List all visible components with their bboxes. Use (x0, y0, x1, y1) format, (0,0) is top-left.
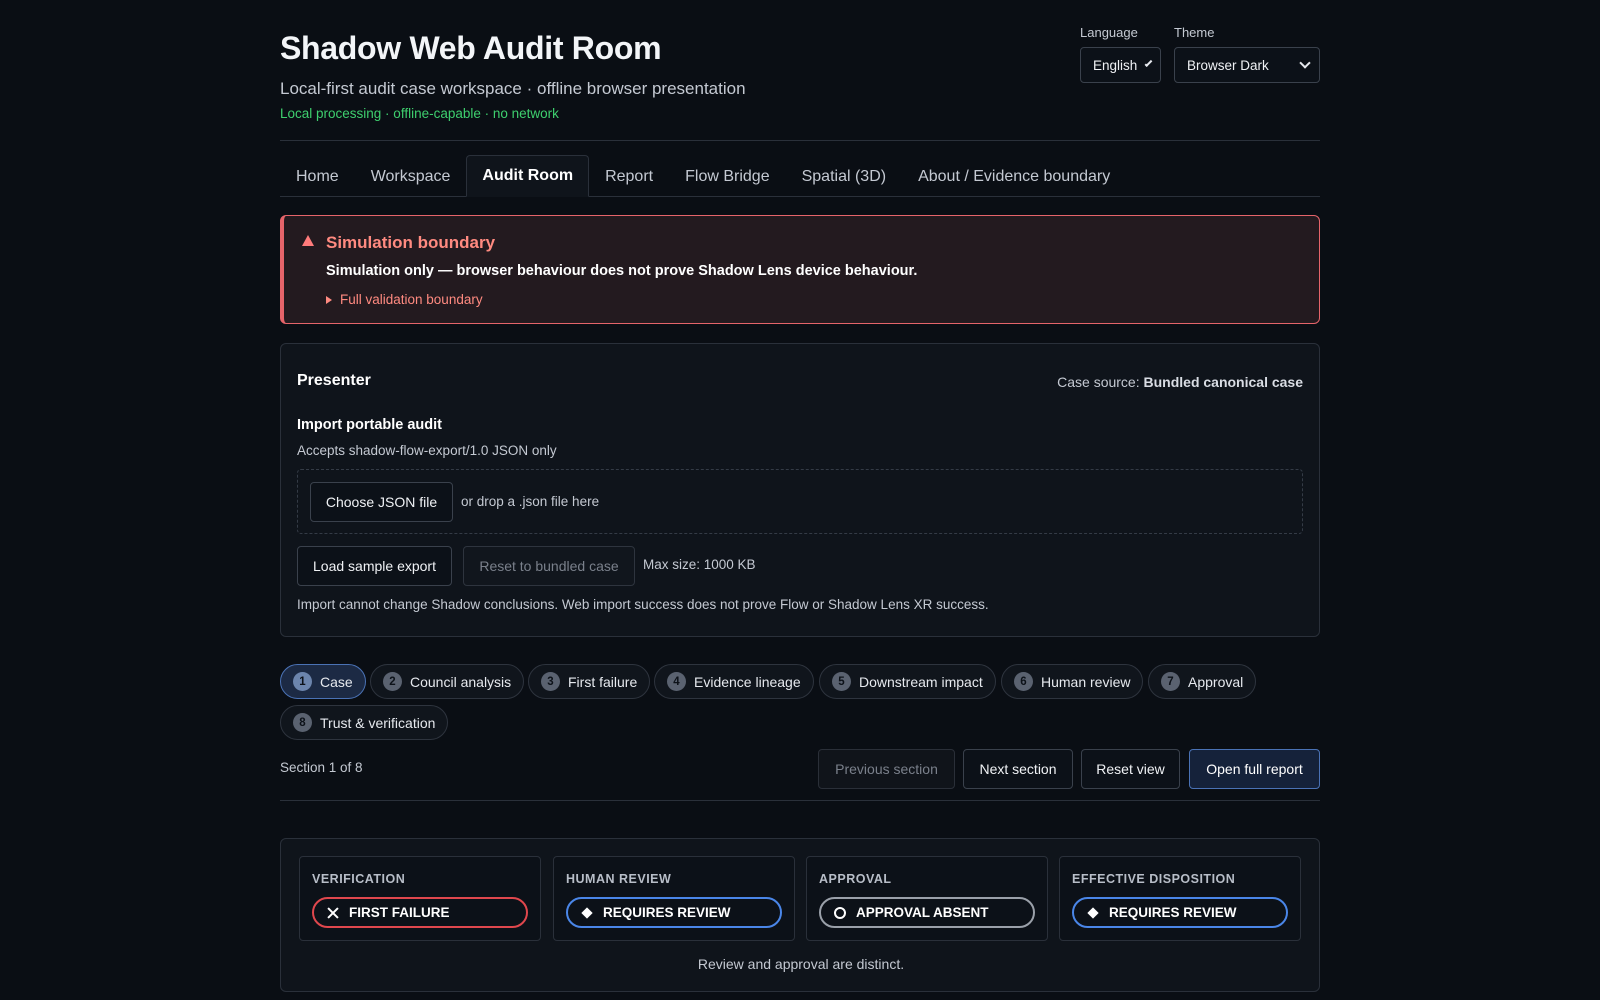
import-accepts: Accepts shadow-flow-export/1.0 JSON only (297, 443, 557, 458)
chip-number: 4 (667, 672, 686, 691)
language-value: English (1093, 57, 1138, 73)
import-title: Import portable audit (297, 417, 442, 433)
card-label: VERIFICATION (312, 872, 406, 886)
import-note: Import cannot change Shadow conclusions.… (297, 597, 989, 612)
section-chip-downstream-impact[interactable]: 5 Downstream impact (819, 664, 996, 699)
boundary-text: Simulation only — browser behaviour does… (326, 263, 918, 279)
tab-about[interactable]: About / Evidence boundary (902, 155, 1126, 197)
badge-text: APPROVAL ABSENT (856, 905, 989, 920)
reset-to-bundled-case-button[interactable]: Reset to bundled case (463, 546, 635, 586)
max-size: Max size: 1000 KB (643, 557, 756, 572)
section-chip-first-failure[interactable]: 3 First failure (528, 664, 651, 699)
chip-number: 2 (383, 672, 402, 691)
reset-view-button[interactable]: Reset view (1081, 749, 1180, 789)
status-panel: VERIFICATION FIRST FAILURE HUMAN REVIEW … (280, 838, 1320, 992)
badge-text: REQUIRES REVIEW (1109, 905, 1237, 920)
next-section-button[interactable]: Next section (963, 749, 1073, 789)
presenter-title: Presenter (297, 372, 371, 389)
chip-label: First failure (568, 673, 638, 690)
tab-spatial-3d[interactable]: Spatial (3D) (786, 155, 902, 197)
warning-icon (302, 235, 314, 246)
section-chip-case[interactable]: 1 Case (280, 664, 366, 699)
case-source-value: Bundled canonical case (1143, 374, 1304, 390)
badge-text: REQUIRES REVIEW (603, 905, 731, 920)
theme-label: Theme (1174, 25, 1215, 40)
presenter-panel: Presenter Case source: Bundled canonical… (280, 343, 1320, 637)
chip-number: 5 (832, 672, 851, 691)
case-source: Case source: Bundled canonical case (1057, 374, 1303, 390)
diamond-icon (1087, 907, 1099, 919)
tab-flow-bridge[interactable]: Flow Bridge (669, 155, 785, 197)
json-dropzone[interactable]: Choose JSON file or drop a .json file he… (297, 469, 1303, 534)
full-validation-boundary-toggle[interactable]: Full validation boundary (326, 292, 483, 307)
chip-label: Case (320, 673, 353, 690)
main-tabs: Home Workspace Audit Room Report Flow Br… (280, 141, 1320, 197)
theme-control: Theme Browser Dark (1174, 25, 1320, 83)
disclosure-triangle-icon (326, 295, 332, 304)
chip-label: Downstream impact (859, 673, 983, 690)
tab-audit-room[interactable]: Audit Room (466, 155, 590, 197)
section-chip-human-review[interactable]: 6 Human review (1001, 664, 1144, 699)
circle-icon (834, 906, 846, 919)
human-review-card: HUMAN REVIEW REQUIRES REVIEW (553, 856, 795, 941)
chip-label: Trust & verification (320, 714, 436, 731)
boundary-link-label: Full validation boundary (340, 292, 483, 307)
section-chip-trust-verification[interactable]: 8 Trust & verification (280, 705, 449, 740)
theme-select[interactable]: Browser Dark (1174, 47, 1320, 83)
chevron-down-icon (1299, 56, 1311, 69)
card-label: HUMAN REVIEW (566, 872, 672, 886)
card-label: EFFECTIVE DISPOSITION (1072, 872, 1236, 886)
previous-section-button[interactable]: Previous section (818, 749, 955, 789)
section-count: Section 1 of 8 (280, 760, 363, 775)
app-header: Shadow Web Audit Room Local-first audit … (280, 0, 1320, 141)
drop-hint: or drop a .json file here (461, 494, 600, 509)
network-status: Local processing · offline-capable · no … (280, 106, 559, 121)
tab-workspace[interactable]: Workspace (355, 155, 467, 197)
language-select[interactable]: English (1080, 47, 1161, 83)
section-chip-evidence-lineage[interactable]: 4 Evidence lineage (654, 664, 814, 699)
language-control: Language English (1080, 25, 1161, 83)
open-full-report-button[interactable]: Open full report (1189, 749, 1320, 789)
verification-status-badge: FIRST FAILURE (312, 897, 528, 928)
divider (280, 800, 1320, 801)
approval-status-badge: APPROVAL ABSENT (819, 897, 1035, 928)
approval-card: APPROVAL APPROVAL ABSENT (806, 856, 1048, 941)
chip-label: Evidence lineage (694, 673, 801, 690)
x-icon (327, 907, 339, 919)
badge-text: FIRST FAILURE (349, 905, 450, 920)
chip-number: 6 (1014, 672, 1033, 691)
effective-disposition-card: EFFECTIVE DISPOSITION REQUIRES REVIEW (1059, 856, 1301, 941)
effective-disposition-status-badge: REQUIRES REVIEW (1072, 897, 1288, 928)
language-label: Language (1080, 25, 1138, 40)
chip-number: 3 (541, 672, 560, 691)
load-sample-export-button[interactable]: Load sample export (297, 546, 452, 586)
chip-label: Approval (1188, 673, 1244, 690)
choose-json-file-button[interactable]: Choose JSON file (310, 482, 453, 522)
chip-label: Council analysis (410, 673, 512, 690)
verification-card: VERIFICATION FIRST FAILURE (299, 856, 541, 941)
simulation-boundary-banner: Simulation boundary Simulation only — br… (280, 215, 1320, 324)
section-chip-council-analysis[interactable]: 2 Council analysis (370, 664, 525, 699)
status-note: Review and approval are distinct. (697, 956, 905, 972)
chip-number: 1 (293, 672, 312, 691)
tab-report[interactable]: Report (589, 155, 669, 197)
card-label: APPROVAL (819, 872, 892, 886)
theme-value: Browser Dark (1187, 57, 1269, 73)
case-source-label: Case source: (1057, 374, 1140, 390)
chip-number: 8 (293, 713, 312, 732)
boundary-title: Simulation boundary (326, 233, 496, 252)
section-chip-approval[interactable]: 7 Approval (1148, 664, 1257, 699)
diamond-icon (581, 907, 593, 919)
app-subtitle: Local-first audit case workspace · offli… (280, 79, 746, 98)
tab-home[interactable]: Home (280, 155, 355, 197)
human-review-status-badge: REQUIRES REVIEW (566, 897, 782, 928)
app-title: Shadow Web Audit Room (280, 30, 662, 66)
chip-label: Human review (1041, 673, 1131, 690)
chip-number: 7 (1161, 672, 1180, 691)
chevron-down-icon (1144, 58, 1153, 67)
